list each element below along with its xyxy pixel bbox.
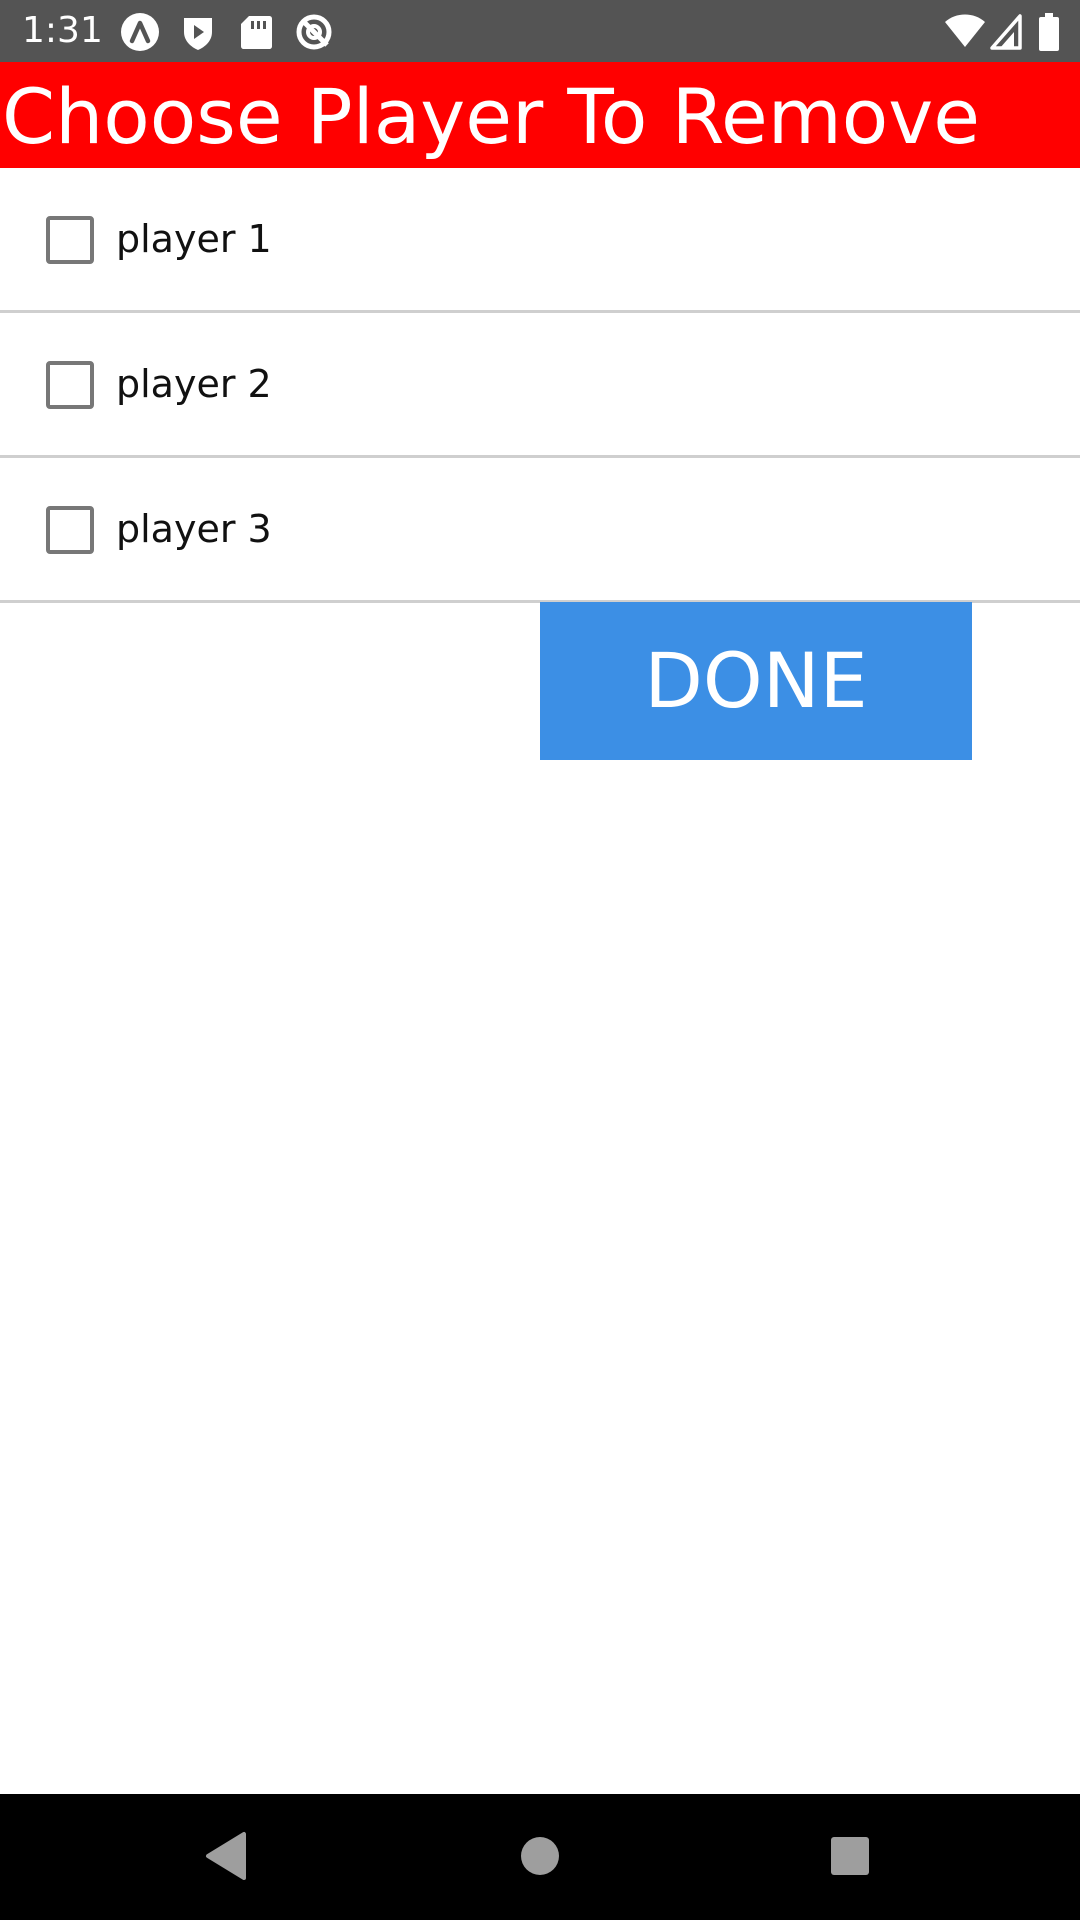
header-bar: Choose Player To Remove xyxy=(0,62,1080,168)
player-row[interactable]: player 1 xyxy=(0,168,1080,313)
wifi-icon xyxy=(944,12,986,52)
player-list: player 1 player 2 player 3 xyxy=(0,168,1080,603)
cell-signal-icon xyxy=(990,12,1022,52)
player-checkbox[interactable] xyxy=(46,216,94,264)
player-checkbox[interactable] xyxy=(46,361,94,409)
recents-icon[interactable] xyxy=(818,1824,882,1888)
app-screen: 1:31 Choose Player To Remove player 1 pl… xyxy=(0,0,1080,1920)
sd-card-icon xyxy=(236,12,276,52)
player-checkbox[interactable] xyxy=(46,506,94,554)
player-label: player 2 xyxy=(116,362,272,406)
status-time: 1:31 xyxy=(22,10,103,51)
launcher-a-icon xyxy=(120,12,160,52)
player-row[interactable]: player 3 xyxy=(0,458,1080,603)
player-row[interactable]: player 2 xyxy=(0,313,1080,458)
navigation-bar xyxy=(0,1794,1080,1920)
status-bar: 1:31 xyxy=(0,0,1080,62)
player-label: player 3 xyxy=(116,507,272,551)
back-icon[interactable] xyxy=(194,1824,258,1888)
player-label: player 1 xyxy=(116,217,272,261)
done-button[interactable]: DONE xyxy=(540,602,972,760)
home-icon[interactable] xyxy=(508,1824,572,1888)
no-sync-icon xyxy=(294,12,334,52)
battery-icon xyxy=(1038,12,1060,52)
shield-play-icon xyxy=(178,12,218,52)
page-title: Choose Player To Remove xyxy=(2,72,980,161)
